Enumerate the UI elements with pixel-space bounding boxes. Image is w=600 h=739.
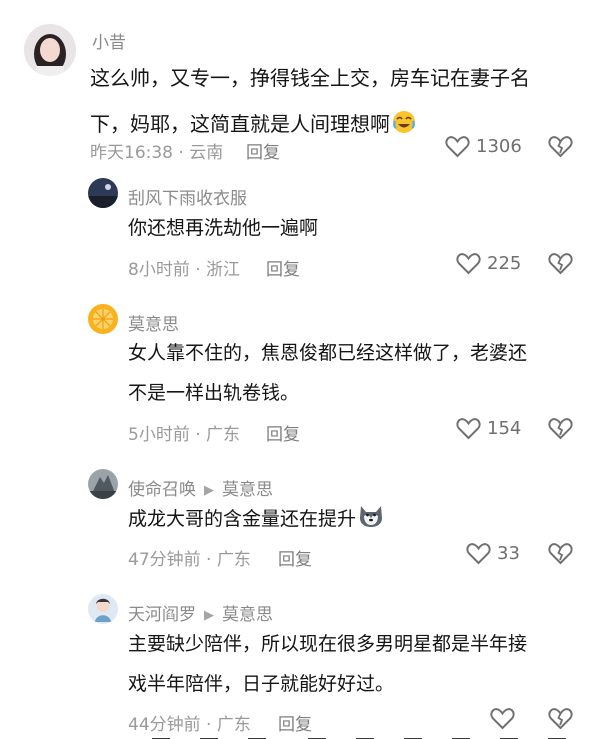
avatar[interactable] — [88, 594, 118, 624]
avatar[interactable] — [88, 304, 118, 334]
reply-button[interactable]: 回复 — [278, 545, 312, 570]
comment-time-location: 47分钟前 · 广东 — [128, 550, 251, 570]
reply-button[interactable]: 回复 — [246, 138, 280, 163]
next-comment-cutoff — [128, 730, 578, 739]
comment-time-location: 5小时前 · 广东 — [128, 425, 241, 445]
like-button[interactable] — [490, 707, 521, 730]
avatar[interactable] — [88, 469, 118, 499]
comment-author: 天河阎罗 ▶ 莫意思 — [128, 600, 273, 625]
like-button[interactable]: 33 — [466, 542, 520, 565]
heart-icon — [466, 543, 491, 565]
like-count: 33 — [497, 543, 520, 564]
avatar[interactable] — [88, 178, 118, 208]
comment-text-line: 不是一样出轨卷钱。 — [128, 382, 300, 404]
comment-text: 女人靠不住的，焦恩俊都已经这样做了，老婆还 不是一样出轨卷钱。 — [128, 336, 578, 410]
broken-heart-icon — [548, 708, 573, 730]
comment-time-location: 8小时前 · 浙江 — [128, 260, 241, 280]
comment-text: 成龙大哥的含金量还在提升 — [128, 502, 384, 539]
comment-text: 你还想再洗劫他一遍啊 — [128, 217, 319, 239]
comment-author-name[interactable]: 使命召唤 — [128, 480, 196, 500]
like-count: 154 — [487, 418, 522, 439]
dislike-button[interactable] — [548, 252, 573, 279]
comment-author[interactable]: 小昔 — [92, 28, 126, 53]
like-count: 225 — [487, 253, 522, 274]
husky-emoji-icon — [358, 504, 384, 539]
broken-heart-icon — [548, 418, 573, 440]
reply-arrow-icon: ▶ — [204, 483, 214, 498]
comment-text-line: 戏半年陪伴，日子就能好好过。 — [128, 673, 395, 695]
comment-text: 主要缺少陪伴，所以现在很多男明星都是半年接 戏半年陪伴，日子就能好好过。 — [128, 627, 578, 701]
like-button[interactable]: 225 — [456, 252, 521, 275]
comment-time-location: 昨天16:38 · 云南 — [90, 143, 224, 163]
reply-to-name[interactable]: 莫意思 — [222, 605, 273, 625]
broken-heart-icon — [548, 543, 573, 565]
laughing-crying-emoji-icon — [392, 104, 416, 150]
comment-text-line: 这么帅，又专一，挣得钱全上交，房车记在妻子名 — [90, 66, 530, 90]
comment-text-line: 成龙大哥的含金量还在提升 — [128, 508, 357, 530]
reply-to-name[interactable]: 莫意思 — [222, 480, 273, 500]
dislike-button[interactable] — [548, 135, 573, 162]
comment-text-line: 主要缺少陪伴，所以现在很多男明星都是半年接 — [128, 633, 528, 655]
heart-icon — [490, 708, 515, 730]
like-button[interactable]: 154 — [456, 417, 521, 440]
heart-icon — [445, 136, 470, 158]
comment-author[interactable]: 刮风下雨收衣服 — [128, 184, 247, 209]
heart-icon — [456, 253, 481, 275]
like-button[interactable]: 1306 — [445, 135, 522, 158]
comment-author: 使命召唤 ▶ 莫意思 — [128, 475, 273, 500]
like-count: 1306 — [476, 136, 522, 157]
reply-button[interactable]: 回复 — [266, 255, 300, 280]
comment-text-line: 下，妈耶，这简直就是人间理想啊 — [90, 112, 390, 136]
avatar[interactable] — [24, 24, 76, 76]
comment-author-name[interactable]: 天河阎罗 — [128, 605, 196, 625]
dislike-button[interactable] — [548, 417, 573, 444]
comment-text-line: 女人靠不住的，焦恩俊都已经这样做了，老婆还 — [128, 342, 528, 364]
dislike-button[interactable] — [548, 542, 573, 569]
comment-author[interactable]: 莫意思 — [128, 310, 179, 335]
broken-heart-icon — [548, 253, 573, 275]
reply-arrow-icon: ▶ — [204, 608, 214, 623]
heart-icon — [456, 418, 481, 440]
broken-heart-icon — [548, 136, 573, 158]
reply-button[interactable]: 回复 — [266, 420, 300, 445]
